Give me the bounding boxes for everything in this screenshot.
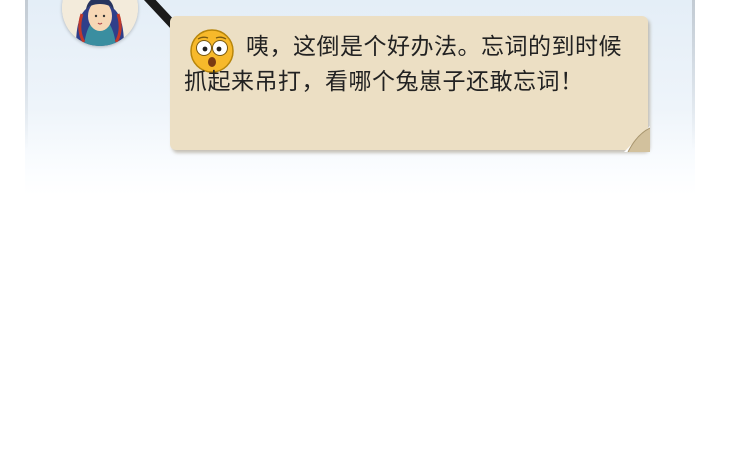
speech-bubble: 咦，这倒是个好办法。忘词的到时候抓起来吊打，看哪个兔崽子还敢忘词！ (170, 16, 650, 152)
page-curl (624, 126, 650, 152)
speech-text: 咦，这倒是个好办法。忘词的到时候抓起来吊打，看哪个兔崽子还敢忘词！ (184, 34, 622, 95)
